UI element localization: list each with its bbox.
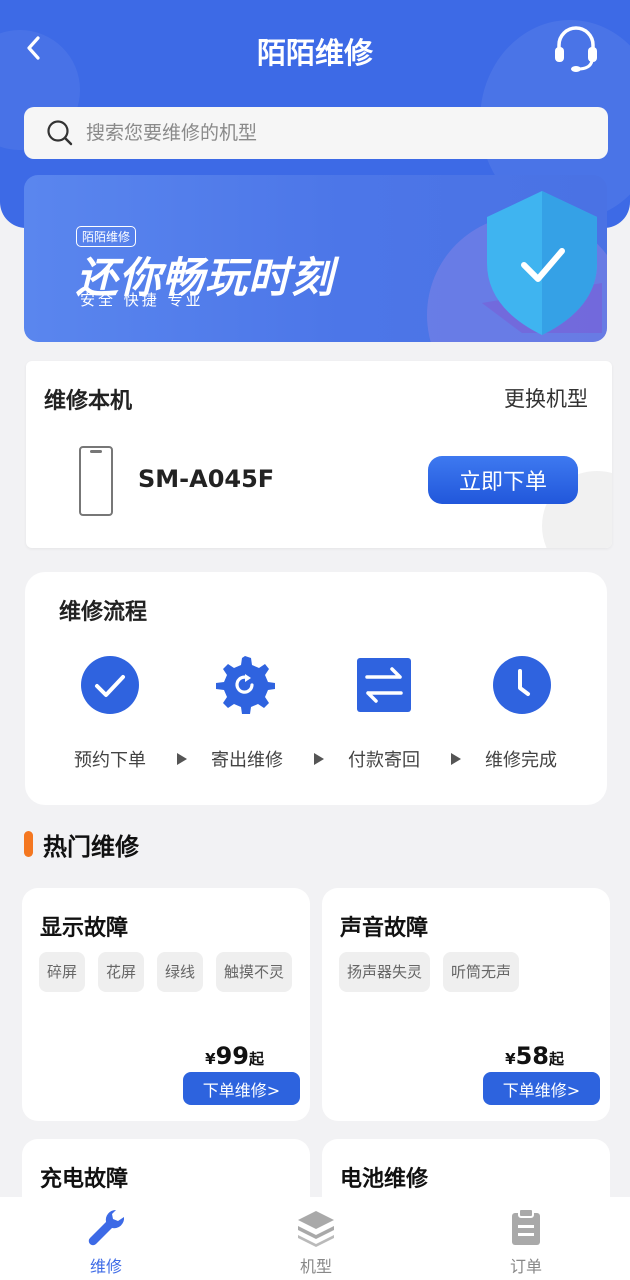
fault-chip[interactable]: 碎屏 [39, 952, 86, 992]
flow-step-label: 预约下单 [74, 750, 146, 771]
flow-step-label: 寄出维修 [211, 750, 283, 771]
device-card: 维修本机 更换机型 SM-A045F 立即下单 [26, 361, 612, 548]
price-value: 58 [515, 1042, 549, 1070]
flow-arrow-icon [314, 753, 324, 765]
search-input[interactable] [86, 122, 546, 144]
fault-chip[interactable]: 花屏 [98, 952, 145, 992]
price-suffix: 起 [548, 1050, 564, 1068]
repair-price: ¥58起 [505, 1042, 564, 1070]
shield-check-icon [482, 191, 602, 335]
order-now-button[interactable]: 立即下单 [428, 456, 578, 504]
clipboard-icon [512, 1208, 540, 1245]
repair-card-title: 显示故障 [40, 916, 129, 941]
exchange-arrows-icon [357, 658, 411, 712]
repair-card-display[interactable]: 显示故障 碎屏 花屏 绿线 触摸不灵 ¥99起 下单维修> [22, 888, 310, 1121]
headset-icon [555, 26, 597, 72]
gear-refresh-icon [216, 656, 275, 714]
tab-label: 维修 [89, 1257, 122, 1276]
price-currency: ¥ [505, 1050, 516, 1068]
layers-icon [298, 1211, 334, 1247]
price-currency: ¥ [205, 1050, 216, 1068]
section-accent-bar [24, 831, 33, 857]
top-nav: 陌陌维修 [0, 22, 630, 74]
search-bar[interactable] [24, 107, 608, 159]
check-circle-icon [81, 656, 139, 714]
repair-card-title: 充电故障 [40, 1167, 129, 1192]
repair-price: ¥99起 [205, 1042, 264, 1070]
change-model-link[interactable]: 更换机型 [504, 383, 588, 413]
hot-repair-heading: 热门维修 [24, 827, 139, 861]
tab-label: 机型 [299, 1257, 332, 1276]
price-suffix: 起 [248, 1050, 264, 1068]
repair-flow-title: 维修流程 [59, 600, 148, 625]
page-title: 陌陌维修 [256, 36, 373, 70]
wrench-icon [88, 1209, 125, 1246]
tab-orders[interactable]: 订单 [466, 1207, 586, 1277]
device-card-title: 维修本机 [44, 389, 133, 414]
tab-models[interactable]: 机型 [256, 1207, 376, 1277]
flow-step-label: 维修完成 [485, 750, 557, 771]
repair-flow-card: 维修流程 预约下单 寄出维修 付款寄回 维修完成 [25, 572, 607, 805]
customer-service-button[interactable] [548, 22, 604, 74]
banner-subtitle: 安全 快捷 专业 [80, 291, 204, 309]
clock-icon [493, 656, 551, 714]
bottom-tab-bar: 维修 机型 订单 [0, 1197, 630, 1280]
repair-card-sound[interactable]: 声音故障 扬声器失灵 听筒无声 ¥58起 下单维修> [322, 888, 610, 1121]
fault-chip[interactable]: 听筒无声 [443, 952, 520, 992]
repair-card-title: 声音故障 [340, 916, 429, 941]
fault-chip-list: 扬声器失灵 听筒无声 [339, 952, 609, 1004]
order-repair-button[interactable]: 下单维修> [183, 1072, 300, 1105]
flow-arrow-icon [451, 753, 461, 765]
fault-chip[interactable]: 触摸不灵 [216, 952, 293, 992]
tab-label: 订单 [509, 1257, 542, 1276]
fault-chip-list: 碎屏 花屏 绿线 触摸不灵 [39, 952, 309, 1004]
device-model: SM-A045F [138, 465, 275, 493]
fault-chip[interactable]: 扬声器失灵 [339, 952, 431, 992]
fault-chip[interactable]: 绿线 [157, 952, 204, 992]
tab-repair[interactable]: 维修 [46, 1207, 166, 1277]
section-title: 热门维修 [43, 832, 139, 861]
promo-banner[interactable]: 陌陌维修 还你畅玩时刻 安全 快捷 专业 [24, 175, 607, 342]
search-icon [47, 120, 73, 146]
flow-step-label: 付款寄回 [348, 750, 420, 771]
flow-arrow-icon [177, 753, 187, 765]
repair-card-title: 电池维修 [340, 1167, 429, 1192]
order-repair-button[interactable]: 下单维修> [483, 1072, 600, 1105]
phone-outline-icon [79, 446, 113, 516]
price-value: 99 [215, 1042, 249, 1070]
